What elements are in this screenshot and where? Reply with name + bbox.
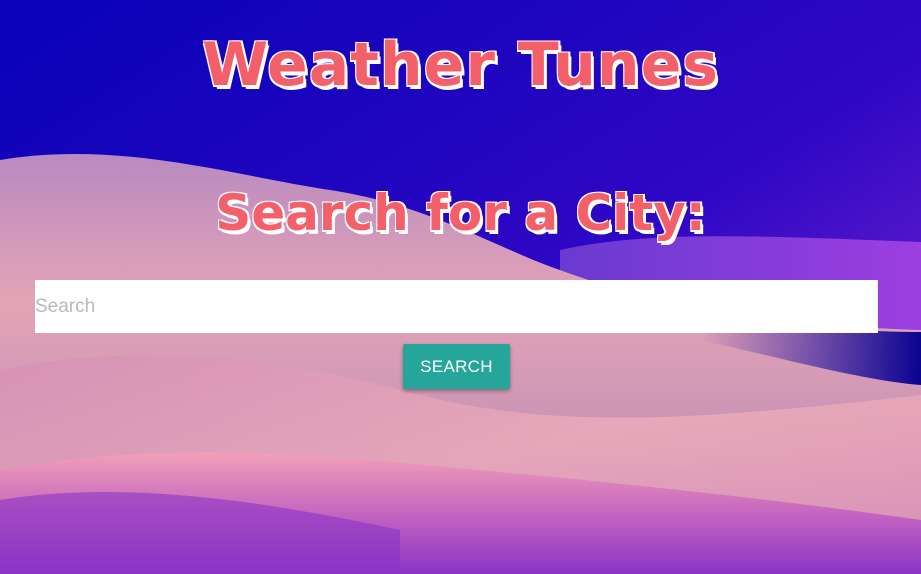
search-heading: Search for a City: [215,184,706,242]
city-search-input[interactable] [35,280,878,333]
search-button[interactable]: SEARCH [403,344,510,389]
page-title: Weather Tunes [202,30,719,100]
